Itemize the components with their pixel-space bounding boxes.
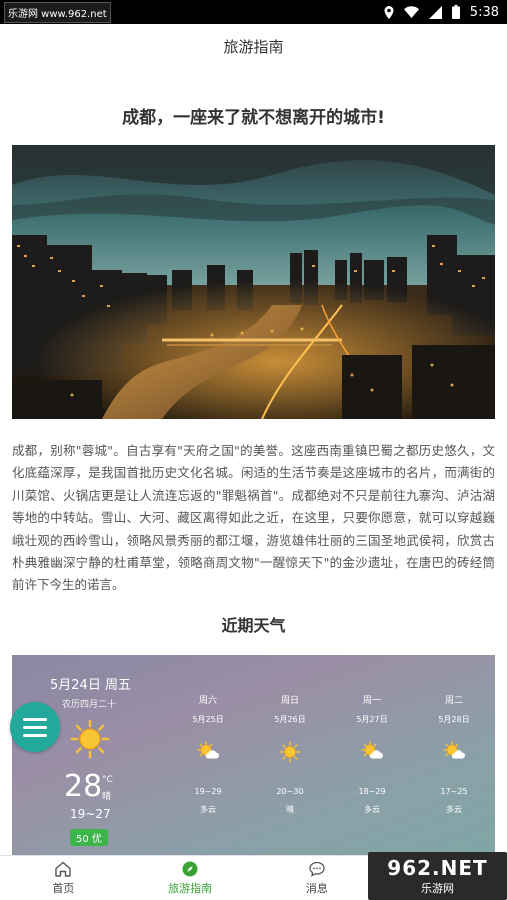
forecast-range: 17~25: [440, 787, 468, 796]
weather-today-date: 5月24日 周五: [50, 678, 131, 693]
forecast-date: 5月25日: [192, 715, 224, 724]
status-icons: 5:38: [384, 5, 499, 20]
forecast-weekday: 周二: [444, 696, 463, 706]
forecast-range: 18~29: [358, 787, 386, 796]
forecast-date: 5月26日: [274, 715, 306, 724]
floating-menu-button[interactable]: [10, 702, 60, 752]
weather-today-temp: 28: [64, 769, 103, 804]
wifi-icon: [403, 6, 419, 18]
page-header: 旅游指南: [0, 24, 507, 68]
sun-icon: [70, 719, 110, 759]
aqi-badge: 50 优: [70, 829, 108, 846]
status-bar: 乐游网 www.962.net 5:38: [0, 0, 507, 24]
tab-home[interactable]: 首页: [0, 856, 127, 900]
forecast-range: 19~29: [194, 787, 222, 796]
location-icon: [384, 5, 394, 19]
compass-icon: [182, 861, 198, 877]
article-title: 成都，一座来了就不想离开的城市!: [122, 108, 385, 128]
status-time: 5:38: [469, 4, 499, 20]
article-body: 成都，别称"蓉城"。自古享有"天府之国"的美誉。这座西南重镇巴蜀之都历史悠久，文…: [12, 443, 495, 593]
battery-icon: [451, 5, 460, 19]
weather-today-lunar: 农历四月二十: [62, 700, 117, 710]
hero-image-chengdu-night: [12, 145, 495, 419]
forecast-condition: 晴: [286, 805, 294, 814]
sun-icon: [279, 741, 301, 763]
forecast-date: 5月27日: [356, 715, 388, 724]
weather-today-range: 19~27: [70, 807, 111, 821]
partly-cloudy-icon: [197, 741, 219, 759]
forecast-date: 5月28日: [438, 715, 470, 724]
forecast-day: 周日 5月26日 20~30 晴: [260, 693, 320, 815]
menu-icon: [23, 717, 47, 721]
forecast-weekday: 周一: [362, 696, 381, 706]
home-icon: [55, 861, 72, 877]
weather-today-condition: 晴: [102, 792, 112, 802]
watermark-site-name: 乐游网: [421, 882, 454, 895]
tab-travel-guide-label: 旅游指南: [168, 882, 213, 895]
tab-travel-guide[interactable]: 旅游指南: [127, 856, 254, 900]
status-site-label: 乐游网 www.962.net: [4, 1, 111, 23]
weather-section-title: 近期天气: [221, 616, 286, 635]
weather-card: 5月24日 周五 农历四月二十 28 °C 晴 19~27 50 优 周六 5月…: [12, 655, 495, 855]
watermark-logo: 962.NET: [387, 856, 488, 880]
tab-messages[interactable]: 消息: [254, 856, 381, 900]
weather-temp-unit: °C: [102, 775, 113, 785]
message-icon: [309, 861, 325, 877]
partly-cloudy-icon: [361, 741, 383, 759]
tab-home-label: 首页: [52, 882, 75, 895]
signal-icon: [428, 5, 442, 19]
forecast-condition: 多云: [364, 805, 380, 814]
partly-cloudy-icon: [443, 741, 465, 759]
forecast-range: 20~30: [276, 787, 304, 796]
tab-messages-label: 消息: [305, 882, 328, 895]
forecast-condition: 多云: [446, 805, 462, 814]
forecast-weekday: 周六: [198, 696, 217, 706]
forecast-condition: 多云: [200, 805, 216, 814]
forecast-weekday: 周日: [280, 696, 299, 706]
page-title: 旅游指南: [223, 37, 284, 56]
site-watermark: 962.NET 乐游网: [368, 852, 507, 900]
forecast-day: 周六 5月25日 19~29 多云: [178, 693, 238, 815]
forecast-day: 周一 5月27日 18~29 多云: [342, 693, 402, 815]
forecast-day: 周二 5月28日 17~25 多云: [424, 693, 484, 815]
